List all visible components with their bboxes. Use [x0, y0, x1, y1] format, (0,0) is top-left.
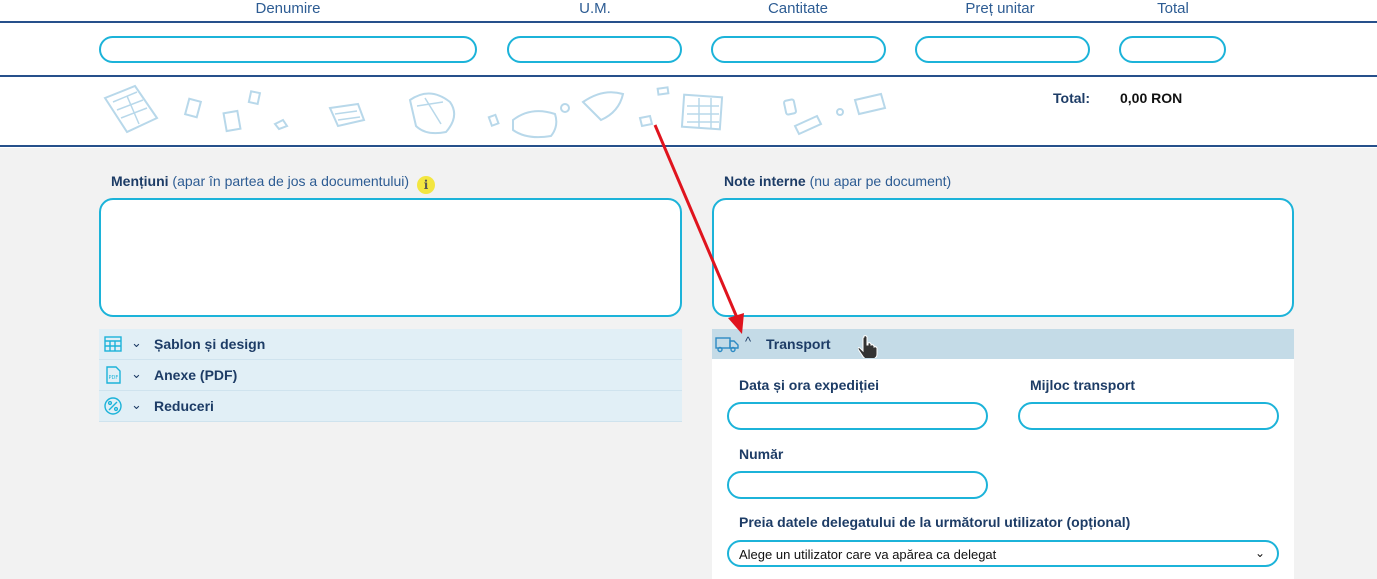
- column-header-unit: U.M.: [579, 0, 611, 17]
- name-input[interactable]: [99, 36, 477, 63]
- internal-notes-label: Note interne (nu apar pe document): [724, 173, 951, 189]
- chevron-down-icon: ⌄: [1254, 546, 1265, 560]
- chevron-down-icon: ⌄: [131, 397, 142, 412]
- mentions-label-note: (apar în partea de jos a documentului): [168, 173, 410, 189]
- items-table: Denumire U.M. Cantitate Preț unitar Tota…: [0, 0, 1377, 148]
- column-header-quantity: Cantitate: [767, 0, 829, 17]
- shipping-date-label: Data și ora expediției: [739, 377, 880, 393]
- chevron-up-icon: ^: [745, 334, 752, 349]
- section-label: Șablon și design: [154, 336, 266, 352]
- discount-icon: [104, 397, 122, 415]
- internal-notes-label-title: Note interne: [724, 173, 806, 189]
- internal-notes-textarea[interactable]: [712, 198, 1294, 317]
- vehicle-label: Mijloc transport: [1030, 377, 1136, 393]
- svg-text:PDF: PDF: [109, 375, 119, 381]
- delegate-select[interactable]: Alege un utilizator care va apărea ca de…: [727, 540, 1279, 567]
- documents-illustration: [103, 84, 887, 139]
- number-input[interactable]: [727, 471, 988, 499]
- divider: [0, 145, 1377, 147]
- column-header-name: Denumire: [255, 0, 321, 17]
- template-icon: [104, 336, 122, 352]
- unit-input[interactable]: [507, 36, 682, 63]
- section-attachments-pdf[interactable]: PDF ⌄ Anexe (PDF): [99, 360, 682, 391]
- delegate-select-value: Alege un utilizator care va apărea ca de…: [739, 547, 997, 562]
- vehicle-input[interactable]: [1018, 402, 1279, 430]
- section-transport-header[interactable]: ^ Transport: [712, 329, 1294, 359]
- mentions-label: Mențiuni (apar în partea de jos a docume…: [111, 173, 436, 194]
- grand-total-value: 0,00 RON: [1120, 90, 1183, 106]
- quantity-input[interactable]: [711, 36, 886, 63]
- info-icon[interactable]: i: [417, 176, 436, 194]
- mentions-label-title: Mențiuni: [111, 173, 169, 189]
- divider: [0, 21, 1377, 23]
- mentions-textarea[interactable]: [99, 198, 682, 317]
- column-header-total: Total: [1157, 0, 1189, 17]
- section-discounts[interactable]: ⌄ Reduceri: [99, 391, 682, 422]
- grand-total-label: Total:: [1053, 90, 1091, 106]
- divider: [0, 75, 1377, 77]
- column-header-unit-price: Preț unitar: [965, 0, 1035, 17]
- truck-icon: [715, 337, 739, 353]
- section-label: Reduceri: [154, 398, 214, 414]
- section-label: Anexe (PDF): [154, 367, 238, 383]
- chevron-down-icon: ⌄: [131, 366, 142, 381]
- delegate-label: Preia datele delegatului de la următorul…: [739, 514, 1131, 530]
- chevron-down-icon: ⌄: [131, 335, 142, 350]
- internal-notes-label-note: (nu apar pe document): [805, 173, 952, 189]
- hand-cursor-icon: [858, 335, 878, 358]
- shipping-date-input[interactable]: [727, 402, 988, 430]
- pdf-icon: PDF: [106, 366, 121, 384]
- section-label: Transport: [766, 336, 831, 352]
- unit-price-input[interactable]: [915, 36, 1090, 63]
- section-template-design[interactable]: ⌄ Șablon și design: [99, 329, 682, 360]
- total-input[interactable]: [1119, 36, 1226, 63]
- number-label: Număr: [739, 446, 784, 462]
